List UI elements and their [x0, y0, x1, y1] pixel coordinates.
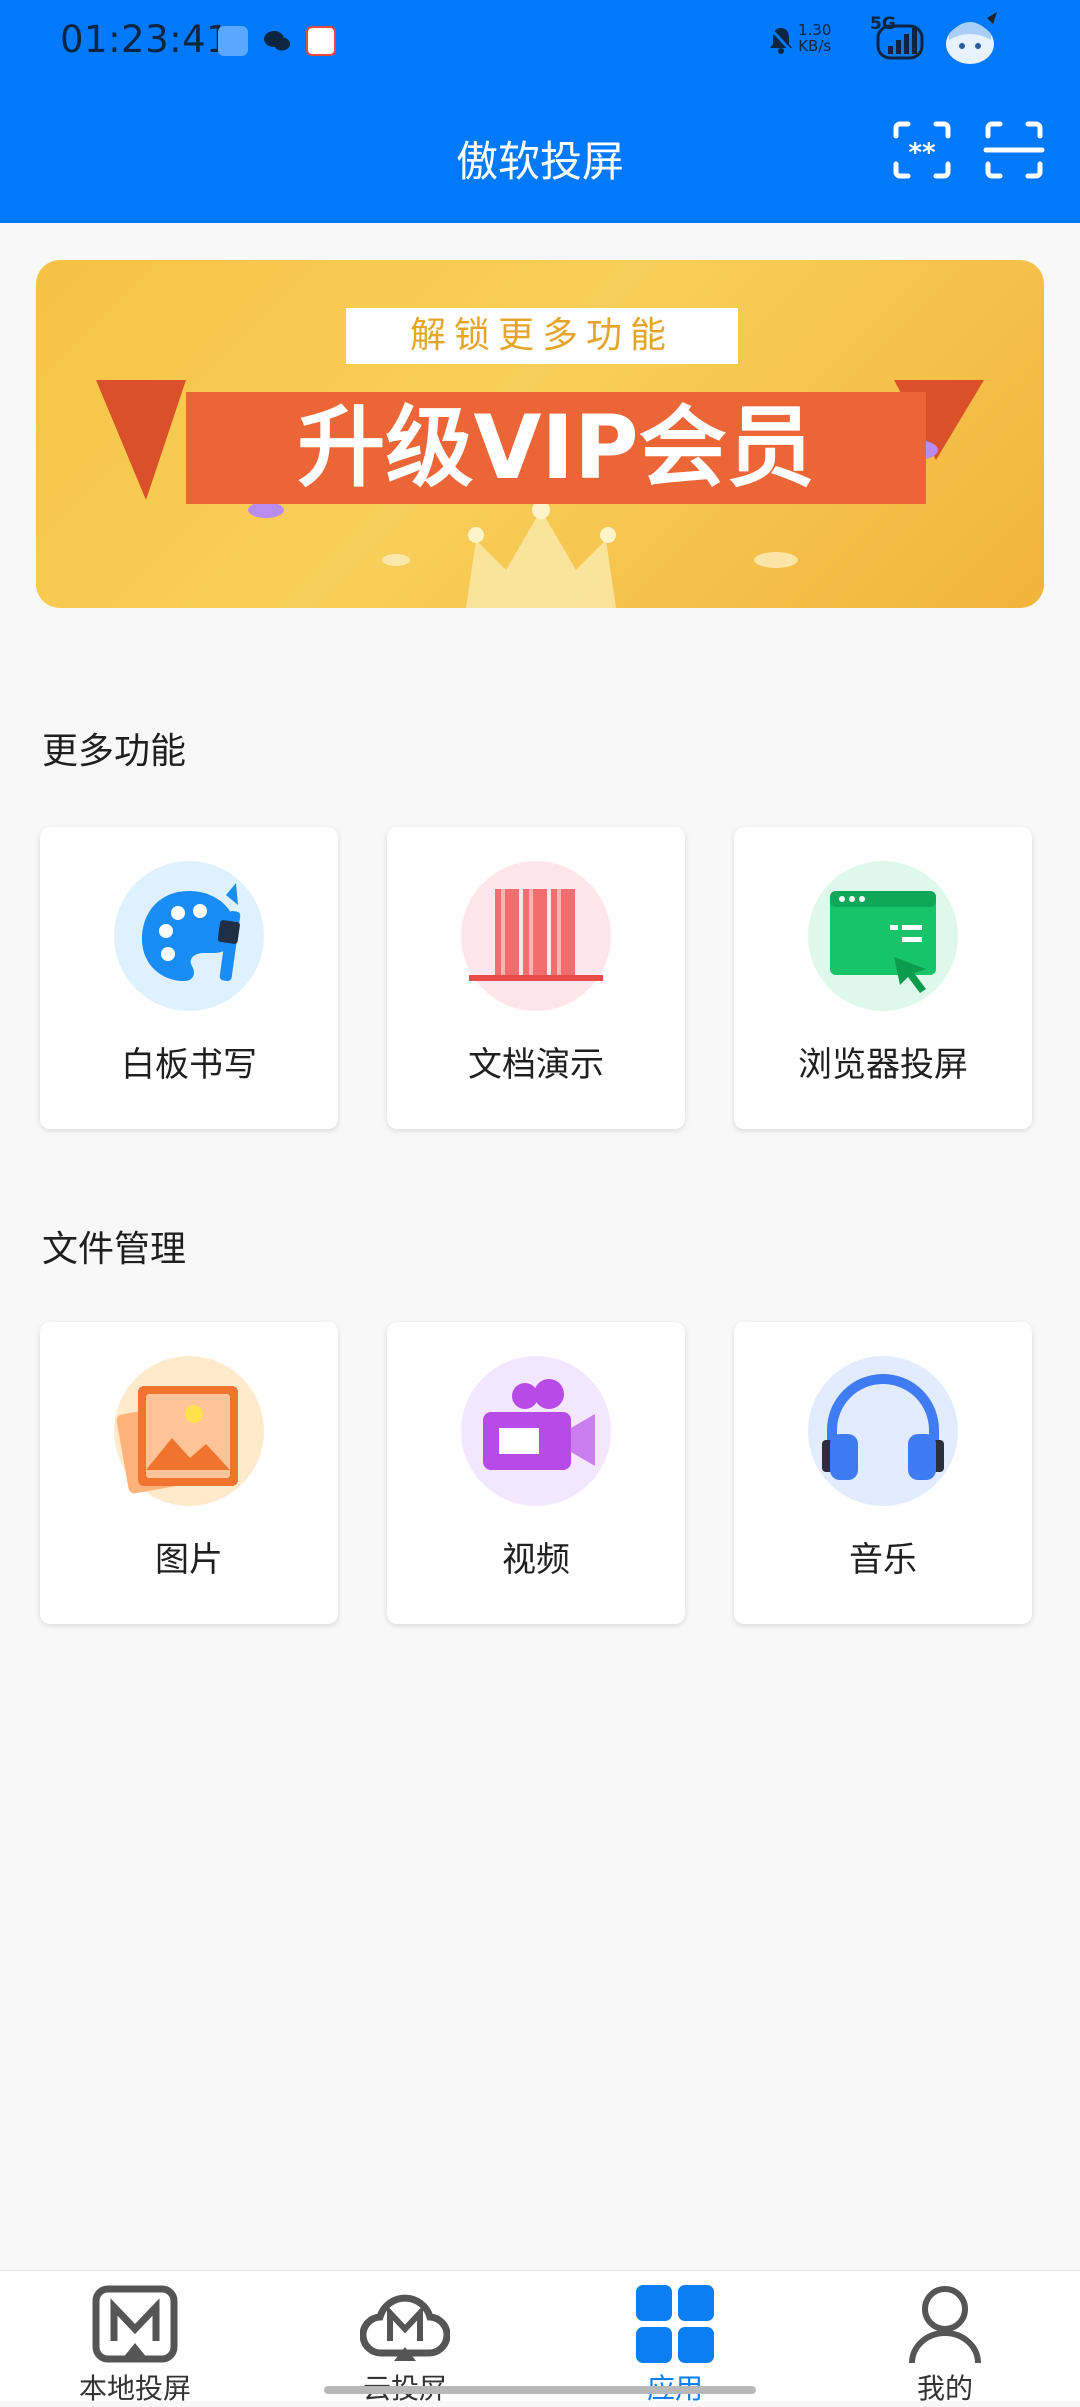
tab-cloud-cast[interactable]: 云投屏	[270, 2271, 540, 2405]
nav-label: 本地投屏	[78, 2372, 191, 2405]
video-camera-icon	[461, 1356, 611, 1506]
banner-tag: 解锁更多功能	[346, 308, 738, 364]
signal-icon	[876, 24, 924, 60]
card-label: 音乐	[849, 1540, 917, 1580]
scan-icon	[983, 121, 1045, 179]
music-card[interactable]: 音乐	[734, 1322, 1032, 1624]
app-header: 01:23:41 1.30 KB/s 5G 傲软投屏 **	[0, 0, 1080, 223]
cast-code-icon: **	[893, 121, 951, 179]
local-cast-icon	[92, 2285, 178, 2363]
cast-code-button[interactable]: **	[890, 118, 954, 182]
document-icon	[461, 861, 611, 1011]
tab-local-cast[interactable]: 本地投屏	[0, 2271, 270, 2405]
profile-icon	[909, 2286, 981, 2364]
pictures-card[interactable]: 图片	[40, 1322, 338, 1624]
status-time: 01:23:41	[60, 18, 231, 61]
card-label: 白板书写	[121, 1045, 257, 1085]
banner-headline: 升级VIP会员	[297, 396, 815, 499]
nav-label: 我的	[916, 2372, 973, 2405]
vip-upgrade-banner[interactable]: 解锁更多功能 升级VIP会员	[36, 260, 1044, 608]
section-title-more-features: 更多功能	[42, 731, 187, 772]
picture-icon	[114, 1356, 264, 1506]
headphones-icon	[808, 1356, 958, 1506]
mute-bell-icon	[768, 26, 795, 55]
speed-value: 1.30	[798, 21, 832, 39]
avatar-icon	[946, 12, 997, 64]
cloud-cast-icon	[360, 2294, 450, 2361]
videos-card[interactable]: 视频	[387, 1322, 685, 1624]
browser-cast-card[interactable]: 浏览器投屏	[734, 827, 1032, 1129]
network-speed: 1.30 KB/s	[798, 22, 831, 54]
scan-button[interactable]	[982, 118, 1046, 182]
card-label: 视频	[502, 1540, 570, 1580]
cloud-app-icon	[306, 26, 336, 56]
palette-icon	[114, 861, 264, 1011]
home-indicator[interactable]	[324, 2386, 756, 2394]
svg-text:**: **	[908, 138, 936, 168]
wechat-icon	[262, 26, 292, 56]
app-notification-icon	[218, 26, 248, 56]
card-label: 浏览器投屏	[798, 1045, 968, 1085]
tab-apps[interactable]: 应用	[540, 2271, 810, 2405]
status-right: 1.30 KB/s 5G	[680, 0, 1080, 80]
document-presentation-card[interactable]: 文档演示	[387, 827, 685, 1129]
section-title-file-management: 文件管理	[42, 1229, 187, 1270]
whiteboard-card[interactable]: 白板书写	[40, 827, 338, 1129]
tab-me[interactable]: 我的	[810, 2271, 1080, 2405]
bottom-nav: 本地投屏 云投屏 应用 我的	[0, 2270, 1080, 2405]
card-label: 文档演示	[468, 1045, 604, 1085]
apps-grid-icon	[636, 2285, 714, 2363]
speed-unit: KB/s	[798, 37, 832, 55]
card-label: 图片	[155, 1540, 223, 1580]
browser-icon	[808, 861, 958, 1011]
